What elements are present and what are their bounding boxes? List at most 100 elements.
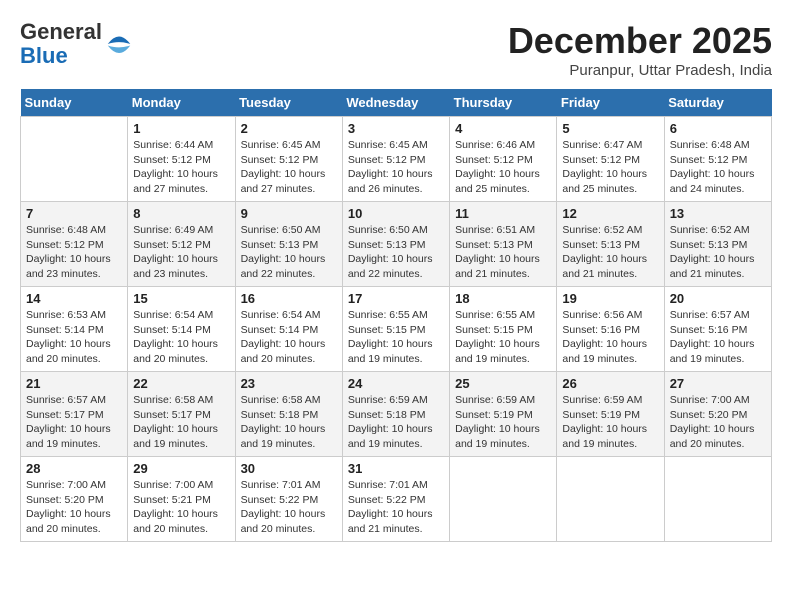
day-info: Sunrise: 6:59 AMSunset: 5:18 PMDaylight:… bbox=[348, 393, 444, 452]
header-monday: Monday bbox=[128, 89, 235, 117]
day-number: 28 bbox=[26, 461, 122, 476]
calendar-cell: 7Sunrise: 6:48 AMSunset: 5:12 PMDaylight… bbox=[21, 202, 128, 287]
month-title: December 2025 bbox=[508, 20, 772, 62]
day-info: Sunrise: 6:54 AMSunset: 5:14 PMDaylight:… bbox=[241, 308, 337, 367]
calendar-cell: 18 Sunrise: 6:55 AMSunset: 5:15 PMDayligh… bbox=[450, 287, 557, 372]
calendar-cell: 4 Sunrise: 6:46 AMSunset: 5:12 PMDaylight… bbox=[450, 117, 557, 202]
calendar-cell: 23 Sunrise: 6:58 AMSunset: 5:18 PMDayligh… bbox=[235, 372, 342, 457]
calendar-cell: 13Sunrise: 6:52 AMSunset: 5:13 PMDayligh… bbox=[664, 202, 771, 287]
day-number: 21 bbox=[26, 376, 122, 391]
day-number: 24 bbox=[348, 376, 444, 391]
calendar-cell: 2 Sunrise: 6:45 AMSunset: 5:12 PMDaylight… bbox=[235, 117, 342, 202]
day-number: 29 bbox=[133, 461, 229, 476]
calendar-cell: 5Sunrise: 6:47 AMSunset: 5:12 PMDaylight… bbox=[557, 117, 664, 202]
day-number: 17 bbox=[348, 291, 444, 306]
day-info: Sunrise: 6:59 AMSunset: 5:19 PMDaylight:… bbox=[455, 393, 551, 452]
day-info: Sunrise: 6:55 AMSunset: 5:15 PMDaylight:… bbox=[455, 308, 551, 367]
logo-general-text: General bbox=[20, 19, 102, 44]
day-number: 20 bbox=[670, 291, 766, 306]
day-number: 16 bbox=[241, 291, 337, 306]
day-info: Sunrise: 6:58 AMSunset: 5:17 PMDaylight:… bbox=[133, 393, 229, 452]
day-info: Sunrise: 6:48 AMSunset: 5:12 PMDaylight:… bbox=[26, 223, 122, 282]
day-info: Sunrise: 7:01 AMSunset: 5:22 PMDaylight:… bbox=[241, 478, 337, 537]
day-info: Sunrise: 6:52 AMSunset: 5:13 PMDaylight:… bbox=[562, 223, 658, 282]
calendar-cell: 26 Sunrise: 6:59 AMSunset: 5:19 PMDayligh… bbox=[557, 372, 664, 457]
logo-blue-text: Blue bbox=[20, 43, 68, 68]
day-number: 13 bbox=[670, 206, 766, 221]
day-info: Sunrise: 6:51 AMSunset: 5:13 PMDaylight:… bbox=[455, 223, 551, 282]
title-block: December 2025 Puranpur, Uttar Pradesh, I… bbox=[508, 20, 772, 79]
day-info: Sunrise: 7:00 AMSunset: 5:21 PMDaylight:… bbox=[133, 478, 229, 537]
logo: General Blue bbox=[20, 20, 134, 68]
page-header: General Blue December 2025 Puranpur, Utt… bbox=[20, 20, 772, 79]
week-row-5: 28Sunrise: 7:00 AMSunset: 5:20 PMDayligh… bbox=[21, 457, 772, 542]
calendar-cell: 20 Sunrise: 6:57 AMSunset: 5:16 PMDayligh… bbox=[664, 287, 771, 372]
day-number: 8 bbox=[133, 206, 229, 221]
day-number: 9 bbox=[241, 206, 337, 221]
day-number: 19 bbox=[562, 291, 658, 306]
calendar-table: SundayMondayTuesdayWednesdayThursdayFrid… bbox=[20, 89, 772, 542]
day-info: Sunrise: 6:45 AMSunset: 5:12 PMDaylight:… bbox=[241, 138, 337, 197]
calendar-cell: 25 Sunrise: 6:59 AMSunset: 5:19 PMDayligh… bbox=[450, 372, 557, 457]
day-info: Sunrise: 6:58 AMSunset: 5:18 PMDaylight:… bbox=[241, 393, 337, 452]
calendar-cell: 30 Sunrise: 7:01 AMSunset: 5:22 PMDayligh… bbox=[235, 457, 342, 542]
calendar-header: SundayMondayTuesdayWednesdayThursdayFrid… bbox=[21, 89, 772, 117]
header-row: SundayMondayTuesdayWednesdayThursdayFrid… bbox=[21, 89, 772, 117]
calendar-cell: 24 Sunrise: 6:59 AMSunset: 5:18 PMDayligh… bbox=[342, 372, 449, 457]
day-number: 25 bbox=[455, 376, 551, 391]
calendar-cell: 12 Sunrise: 6:52 AMSunset: 5:13 PMDayligh… bbox=[557, 202, 664, 287]
calendar-cell: 6Sunrise: 6:48 AMSunset: 5:12 PMDaylight… bbox=[664, 117, 771, 202]
day-info: Sunrise: 6:46 AMSunset: 5:12 PMDaylight:… bbox=[455, 138, 551, 197]
day-info: Sunrise: 6:55 AMSunset: 5:15 PMDaylight:… bbox=[348, 308, 444, 367]
day-number: 26 bbox=[562, 376, 658, 391]
day-number: 18 bbox=[455, 291, 551, 306]
calendar-cell: 10Sunrise: 6:50 AMSunset: 5:13 PMDayligh… bbox=[342, 202, 449, 287]
day-number: 11 bbox=[455, 206, 551, 221]
header-sunday: Sunday bbox=[21, 89, 128, 117]
day-number: 4 bbox=[455, 121, 551, 136]
day-number: 14 bbox=[26, 291, 122, 306]
calendar-cell bbox=[557, 457, 664, 542]
day-number: 1 bbox=[133, 121, 229, 136]
day-info: Sunrise: 7:01 AMSunset: 5:22 PMDaylight:… bbox=[348, 478, 444, 537]
header-friday: Friday bbox=[557, 89, 664, 117]
calendar-cell: 22 Sunrise: 6:58 AMSunset: 5:17 PMDayligh… bbox=[128, 372, 235, 457]
day-number: 5 bbox=[562, 121, 658, 136]
day-info: Sunrise: 7:00 AMSunset: 5:20 PMDaylight:… bbox=[670, 393, 766, 452]
logo-icon bbox=[104, 29, 134, 59]
day-info: Sunrise: 6:56 AMSunset: 5:16 PMDaylight:… bbox=[562, 308, 658, 367]
day-number: 12 bbox=[562, 206, 658, 221]
day-info: Sunrise: 6:50 AMSunset: 5:13 PMDaylight:… bbox=[241, 223, 337, 282]
day-number: 15 bbox=[133, 291, 229, 306]
week-row-3: 14Sunrise: 6:53 AMSunset: 5:14 PMDayligh… bbox=[21, 287, 772, 372]
day-info: Sunrise: 6:45 AMSunset: 5:12 PMDaylight:… bbox=[348, 138, 444, 197]
day-number: 3 bbox=[348, 121, 444, 136]
day-info: Sunrise: 6:44 AMSunset: 5:12 PMDaylight:… bbox=[133, 138, 229, 197]
day-number: 2 bbox=[241, 121, 337, 136]
calendar-body: 1 Sunrise: 6:44 AMSunset: 5:12 PMDaylight… bbox=[21, 117, 772, 542]
calendar-cell: 28Sunrise: 7:00 AMSunset: 5:20 PMDayligh… bbox=[21, 457, 128, 542]
calendar-cell: 3 Sunrise: 6:45 AMSunset: 5:12 PMDaylight… bbox=[342, 117, 449, 202]
calendar-cell: 31Sunrise: 7:01 AMSunset: 5:22 PMDayligh… bbox=[342, 457, 449, 542]
calendar-cell: 14Sunrise: 6:53 AMSunset: 5:14 PMDayligh… bbox=[21, 287, 128, 372]
calendar-cell: 1 Sunrise: 6:44 AMSunset: 5:12 PMDaylight… bbox=[128, 117, 235, 202]
calendar-cell: 11 Sunrise: 6:51 AMSunset: 5:13 PMDayligh… bbox=[450, 202, 557, 287]
day-number: 27 bbox=[670, 376, 766, 391]
day-info: Sunrise: 6:57 AMSunset: 5:16 PMDaylight:… bbox=[670, 308, 766, 367]
calendar-cell bbox=[21, 117, 128, 202]
calendar-cell: 9 Sunrise: 6:50 AMSunset: 5:13 PMDaylight… bbox=[235, 202, 342, 287]
day-number: 22 bbox=[133, 376, 229, 391]
day-number: 30 bbox=[241, 461, 337, 476]
calendar-cell: 8Sunrise: 6:49 AMSunset: 5:12 PMDaylight… bbox=[128, 202, 235, 287]
day-info: Sunrise: 6:59 AMSunset: 5:19 PMDaylight:… bbox=[562, 393, 658, 452]
calendar-cell: 29 Sunrise: 7:00 AMSunset: 5:21 PMDayligh… bbox=[128, 457, 235, 542]
day-info: Sunrise: 6:48 AMSunset: 5:12 PMDaylight:… bbox=[670, 138, 766, 197]
day-info: Sunrise: 6:57 AMSunset: 5:17 PMDaylight:… bbox=[26, 393, 122, 452]
week-row-1: 1 Sunrise: 6:44 AMSunset: 5:12 PMDaylight… bbox=[21, 117, 772, 202]
calendar-cell: 15Sunrise: 6:54 AMSunset: 5:14 PMDayligh… bbox=[128, 287, 235, 372]
week-row-4: 21 Sunrise: 6:57 AMSunset: 5:17 PMDayligh… bbox=[21, 372, 772, 457]
day-info: Sunrise: 6:50 AMSunset: 5:13 PMDaylight:… bbox=[348, 223, 444, 282]
day-number: 23 bbox=[241, 376, 337, 391]
header-wednesday: Wednesday bbox=[342, 89, 449, 117]
calendar-cell: 17 Sunrise: 6:55 AMSunset: 5:15 PMDayligh… bbox=[342, 287, 449, 372]
